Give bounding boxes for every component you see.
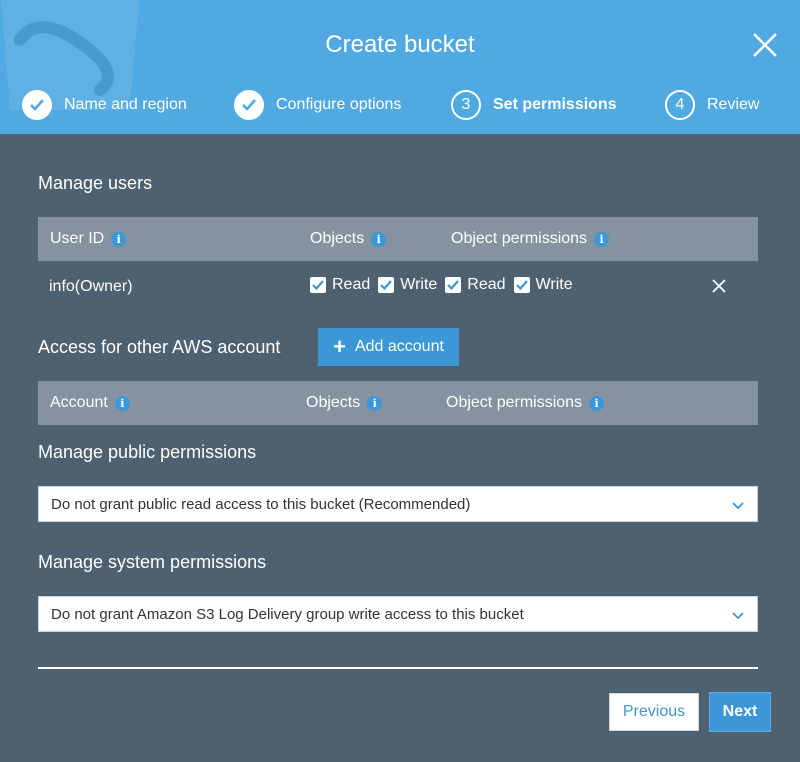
column-label: Account — [50, 394, 108, 411]
user-id-cell: info(Owner) — [49, 278, 133, 295]
users-table-header: User ID i Objects i Object permissions i — [38, 217, 758, 261]
modal-header: Create bucket Name and region Configure … — [0, 0, 800, 134]
info-icon[interactable]: i — [371, 231, 387, 247]
plus-icon: + — [333, 334, 346, 359]
step-label: Name and region — [64, 96, 187, 113]
system-permissions-title: Manage system permissions — [38, 552, 267, 572]
checkbox-checked-icon — [378, 277, 395, 293]
step-review[interactable]: 4 Review — [665, 88, 759, 122]
column-object-permissions: Object permissions i — [446, 381, 605, 425]
permissions-write-checkbox[interactable]: Write — [513, 276, 573, 294]
info-icon[interactable]: i — [589, 395, 605, 411]
permissions-cell: Read Write Read Write — [310, 260, 581, 310]
info-icon[interactable]: i — [367, 395, 383, 411]
wizard-steps: Name and region Configure options 3 Set … — [0, 88, 800, 122]
objects-read-checkbox[interactable]: Read — [310, 276, 370, 294]
checkmark-icon — [22, 90, 52, 120]
add-account-label: Add account — [354, 338, 444, 355]
step-label: Review — [707, 96, 760, 113]
step-label: Configure options — [276, 96, 402, 113]
step-number: 4 — [665, 90, 695, 120]
info-icon[interactable]: i — [114, 395, 130, 411]
step-set-permissions[interactable]: 3 Set permissions — [451, 88, 617, 122]
accounts-table-header: Account i Objects i Object permissions i — [38, 381, 758, 425]
next-button[interactable]: Next — [709, 692, 771, 732]
public-permissions-title: Manage public permissions — [38, 442, 257, 462]
checkbox-checked-icon — [445, 277, 462, 293]
modal-title: Create bucket — [325, 31, 475, 58]
select-value: Do not grant public read access to this … — [51, 495, 471, 513]
checkbox-label: Write — [400, 276, 438, 293]
column-label: Objects — [306, 394, 361, 411]
close-icon[interactable] — [748, 28, 782, 62]
checkmark-icon — [234, 90, 264, 120]
column-label: Object permissions — [446, 394, 583, 411]
chevron-down-icon — [732, 612, 744, 620]
other-accounts-title: Access for other AWS account — [38, 337, 281, 357]
table-row: info(Owner) Read Write Read Write — [38, 262, 758, 312]
info-icon[interactable]: i — [111, 231, 127, 247]
column-objects: Objects i — [306, 381, 383, 425]
checkbox-checked-icon — [513, 277, 530, 293]
info-icon[interactable]: i — [594, 231, 610, 247]
checkbox-label: Write — [535, 276, 573, 293]
checkbox-checked-icon — [310, 277, 326, 293]
step-name-and-region[interactable]: Name and region — [22, 88, 187, 122]
select-value: Do not grant Amazon S3 Log Delivery grou… — [51, 605, 524, 623]
chevron-down-icon — [732, 502, 744, 510]
step-configure-options[interactable]: Configure options — [234, 88, 401, 122]
step-label: Set permissions — [493, 96, 617, 113]
column-label: User ID — [50, 230, 105, 247]
column-label: Objects — [310, 230, 365, 247]
footer-divider — [38, 667, 758, 669]
checkbox-label: Read — [467, 276, 506, 293]
previous-button[interactable]: Previous — [609, 693, 699, 731]
permissions-read-checkbox[interactable]: Read — [445, 276, 506, 294]
remove-user-icon[interactable] — [710, 277, 728, 295]
column-label: Object permissions — [451, 230, 588, 247]
checkbox-label: Read — [332, 276, 371, 293]
column-object-permissions: Object permissions i — [451, 217, 610, 261]
column-account: Account i — [50, 381, 130, 425]
system-permissions-select[interactable]: Do not grant Amazon S3 Log Delivery grou… — [38, 596, 758, 632]
step-number: 3 — [451, 90, 481, 120]
objects-write-checkbox[interactable]: Write — [378, 276, 437, 294]
public-permissions-select[interactable]: Do not grant public read access to this … — [38, 486, 758, 522]
manage-users-title: Manage users — [38, 173, 153, 193]
add-account-button[interactable]: + Add account — [318, 328, 459, 366]
column-objects: Objects i — [310, 217, 387, 261]
column-user-id: User ID i — [50, 217, 127, 261]
